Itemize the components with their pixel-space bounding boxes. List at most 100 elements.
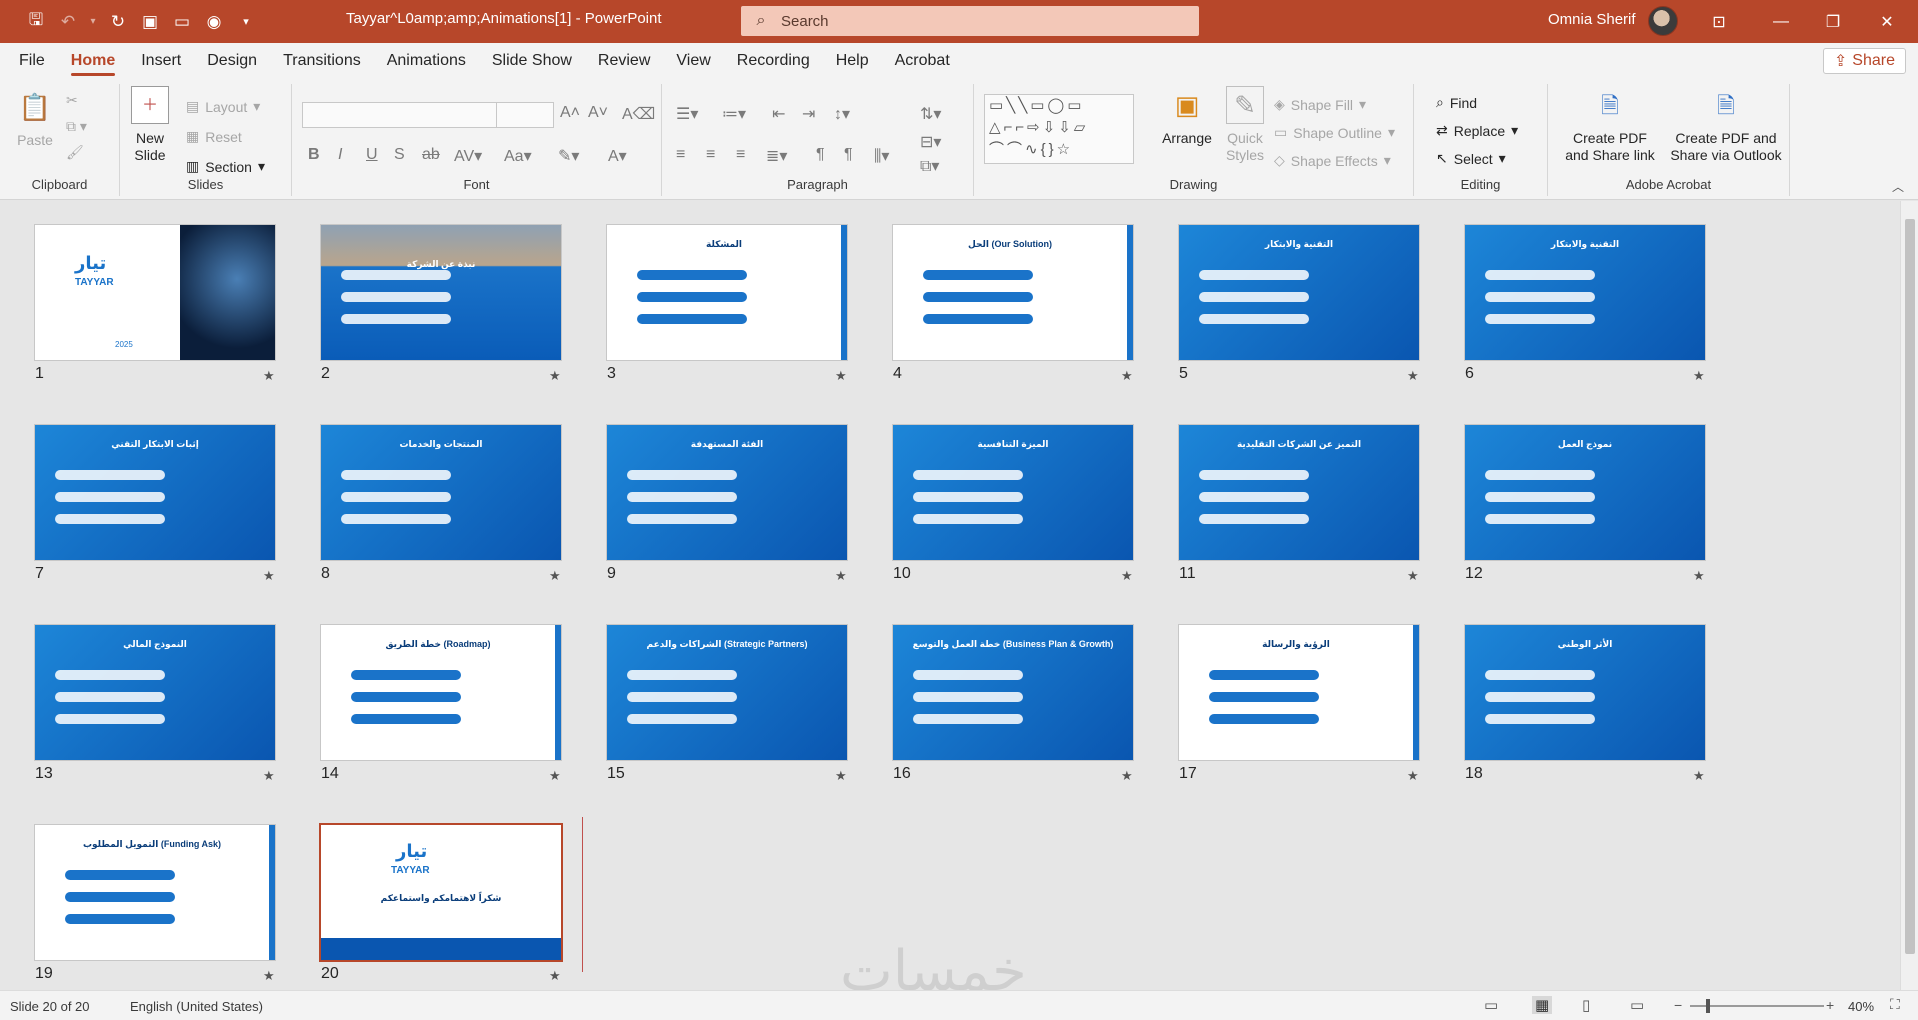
italic-icon[interactable]: I	[338, 146, 342, 164]
user-name[interactable]: Omnia Sherif	[1548, 11, 1636, 28]
copy-icon[interactable]: ⧉ ▾	[66, 118, 87, 135]
slide-thumbnail[interactable]: الرؤية والرسالة	[1179, 625, 1419, 760]
slide-thumbnail[interactable]: إثبات الابتكار التقني	[35, 425, 275, 560]
slideshow-icon[interactable]: ▭	[168, 8, 196, 36]
cut-icon[interactable]: ✂	[66, 92, 78, 109]
align-center-icon[interactable]: ≡	[706, 146, 715, 164]
shape-effects-button[interactable]: ◇ Shape Effects ▾	[1274, 152, 1391, 169]
undo-icon[interactable]: ↶	[54, 8, 82, 36]
animation-star-icon[interactable]: ★	[263, 968, 275, 984]
zoom-slider-thumb[interactable]	[1706, 999, 1710, 1013]
record-icon[interactable]: ◉	[200, 8, 228, 36]
char-spacing-icon[interactable]: AV▾	[454, 146, 482, 166]
presenter-icon[interactable]: ▣	[136, 8, 164, 36]
search-box[interactable]: ⌕ Search	[741, 6, 1199, 36]
shapes-gallery[interactable]: ▭╲╲▭◯▭ △⌐⌐⇨⇩⇩▱ ⌒⌒∿{}☆	[984, 94, 1134, 164]
zoom-level[interactable]: 40%	[1848, 999, 1874, 1014]
slide-thumbnail[interactable]: التمويل المطلوب (Funding Ask)	[35, 825, 275, 960]
language[interactable]: English (United States)	[130, 999, 263, 1014]
ribbon-display-icon[interactable]: ⊡	[1696, 0, 1742, 43]
collapse-ribbon-icon[interactable]: ︿	[1892, 178, 1904, 195]
tab-acrobat[interactable]: Acrobat	[882, 43, 963, 78]
shadow-icon[interactable]: S	[394, 146, 405, 164]
slide-thumbnail[interactable]: الشراكات والدعم (Strategic Partners)	[607, 625, 847, 760]
slide-thumbnail[interactable]: النموذج المالي	[35, 625, 275, 760]
animation-star-icon[interactable]: ★	[835, 368, 847, 384]
animation-star-icon[interactable]: ★	[1121, 768, 1133, 784]
find-button[interactable]: ⌕ Find	[1436, 94, 1477, 111]
animation-star-icon[interactable]: ★	[263, 368, 275, 384]
section-button[interactable]: ▥ Section ▾	[186, 158, 265, 175]
text-direction-icon[interactable]: ⇅▾	[920, 104, 941, 124]
zoom-out-icon[interactable]: −	[1674, 997, 1682, 1013]
arrange-button[interactable]: ▣ Arrange	[1156, 86, 1218, 147]
animation-star-icon[interactable]: ★	[263, 568, 275, 584]
increase-font-icon[interactable]: A˄	[560, 104, 580, 122]
customize-qat-icon[interactable]: ▾	[232, 8, 260, 36]
slide-thumbnail[interactable]: المشكلة	[607, 225, 847, 360]
shape-outline-button[interactable]: ▭ Shape Outline ▾	[1274, 124, 1395, 141]
slide-thumbnail[interactable]: التميز عن الشركات التقليدية	[1179, 425, 1419, 560]
create-pdf-link-button[interactable]: 🗎 Create PDF and Share link	[1556, 86, 1664, 164]
sorter-view-icon[interactable]: ▦	[1532, 996, 1553, 1014]
fit-window-icon[interactable]: ⛶	[1890, 996, 1900, 1013]
slide-thumbnail[interactable]: تيار TAYYAR شكراً لاهتمامكم واستماعكم	[321, 825, 561, 960]
numbering-icon[interactable]: ≔▾	[722, 104, 746, 124]
tab-insert[interactable]: Insert	[128, 43, 194, 78]
animation-star-icon[interactable]: ★	[1693, 768, 1705, 784]
rtl-icon[interactable]: ¶	[844, 146, 853, 164]
slide-thumbnail[interactable]: التقنية والابتكار	[1465, 225, 1705, 360]
slide-thumbnail[interactable]: نموذج العمل	[1465, 425, 1705, 560]
slide-thumbnail[interactable]: خطة العمل والتوسع (Business Plan & Growt…	[893, 625, 1133, 760]
tab-view[interactable]: View	[663, 43, 723, 78]
slideshow-view-icon[interactable]: ▭	[1630, 996, 1644, 1014]
quick-styles-button[interactable]: ✎ Quick Styles	[1220, 86, 1270, 164]
close-icon[interactable]: ✕	[1864, 0, 1910, 43]
animation-star-icon[interactable]: ★	[1121, 568, 1133, 584]
create-pdf-outlook-button[interactable]: 🗎 Create PDF and Share via Outlook	[1666, 86, 1786, 164]
slide-thumbnail[interactable]: الميزة التنافسية	[893, 425, 1133, 560]
avatar[interactable]	[1648, 6, 1678, 36]
zoom-slider[interactable]	[1690, 1005, 1824, 1007]
underline-icon[interactable]: U	[366, 146, 378, 164]
bullets-icon[interactable]: ☰▾	[676, 104, 698, 124]
font-size-combo[interactable]	[496, 102, 554, 128]
animation-star-icon[interactable]: ★	[1693, 368, 1705, 384]
animation-star-icon[interactable]: ★	[549, 768, 561, 784]
highlight-icon[interactable]: ✎▾	[558, 146, 579, 166]
normal-view-icon[interactable]: ▭	[1484, 996, 1498, 1014]
slide-info[interactable]: Slide 20 of 20	[10, 999, 90, 1014]
strikethrough-icon[interactable]: ab	[422, 146, 440, 164]
slide-thumbnail[interactable]: خطة الطريق (Roadmap)	[321, 625, 561, 760]
tab-slide-show[interactable]: Slide Show	[479, 43, 585, 78]
zoom-in-icon[interactable]: +	[1826, 997, 1834, 1013]
redo-icon[interactable]: ↻	[104, 8, 132, 36]
tab-design[interactable]: Design	[194, 43, 270, 78]
layout-button[interactable]: ▤ Layout ▾	[186, 98, 260, 115]
slide-thumbnail[interactable]: التقنية والابتكار	[1179, 225, 1419, 360]
tab-recording[interactable]: Recording	[724, 43, 823, 78]
animation-star-icon[interactable]: ★	[263, 768, 275, 784]
justify-icon[interactable]: ≣▾	[766, 146, 787, 166]
save-icon[interactable]: 🖫	[22, 8, 50, 36]
reset-button[interactable]: ▦ Reset	[186, 128, 242, 145]
decrease-font-icon[interactable]: A˅	[588, 104, 608, 122]
font-color-icon[interactable]: A▾	[608, 146, 627, 166]
slide-thumbnail[interactable]: الفئة المستهدفة	[607, 425, 847, 560]
new-slide-button[interactable]: ＋ New Slide	[126, 86, 174, 164]
animation-star-icon[interactable]: ★	[549, 368, 561, 384]
restore-icon[interactable]: ❐	[1810, 0, 1856, 43]
reading-view-icon[interactable]: ▯	[1582, 996, 1590, 1014]
change-case-icon[interactable]: Aa▾	[504, 146, 532, 166]
slide-thumbnail[interactable]: المنتجات والخدمات	[321, 425, 561, 560]
share-button[interactable]: ⇪ Share	[1822, 48, 1906, 74]
undo-dropdown-icon[interactable]: ▾	[86, 8, 100, 36]
slide-thumbnail[interactable]: الحل (Our Solution)	[893, 225, 1133, 360]
tab-animations[interactable]: Animations	[374, 43, 479, 78]
animation-star-icon[interactable]: ★	[1121, 368, 1133, 384]
columns-icon[interactable]: ⫼▾	[874, 146, 889, 166]
align-right-icon[interactable]: ≡	[736, 146, 745, 164]
tab-review[interactable]: Review	[585, 43, 663, 78]
minimize-icon[interactable]: —	[1758, 0, 1804, 43]
slide-thumbnail[interactable]: نبذة عن الشركة	[321, 225, 561, 360]
